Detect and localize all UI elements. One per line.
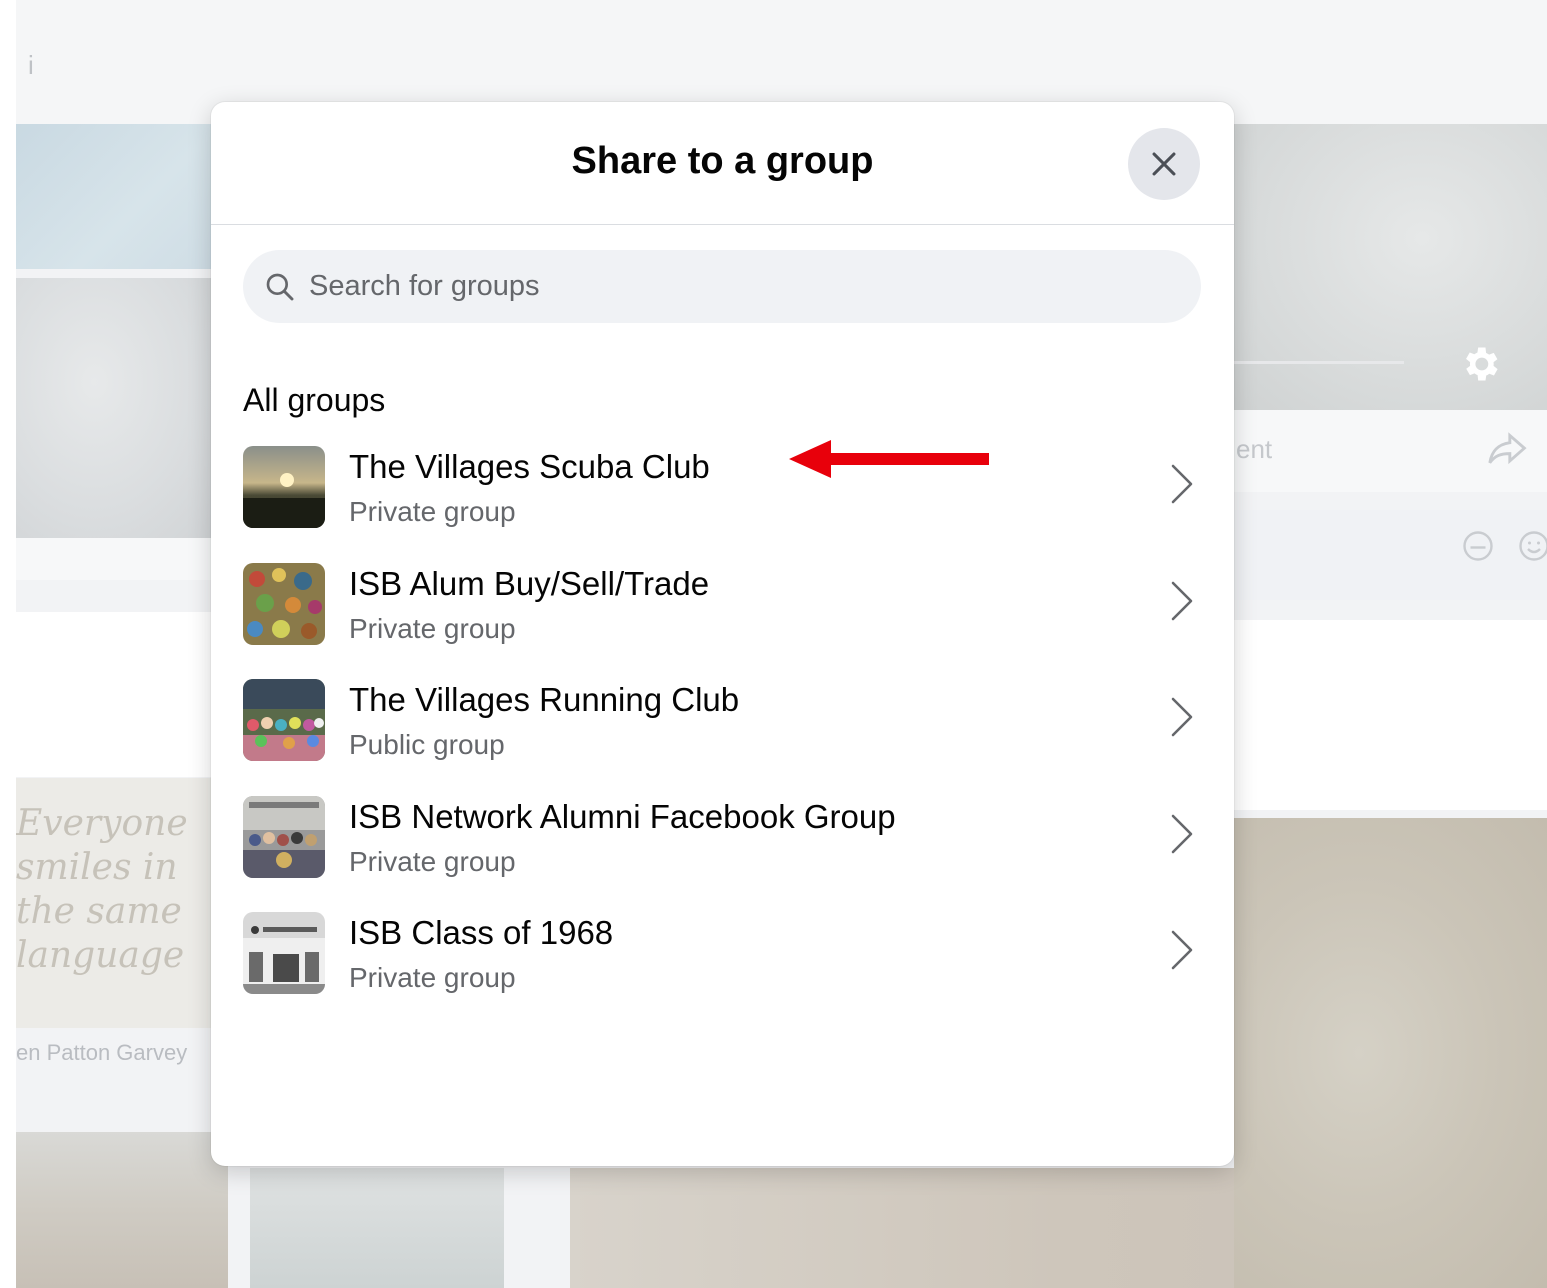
chevron-right-icon	[1171, 930, 1193, 970]
chevron-right-icon	[1171, 581, 1193, 620]
building-photo	[243, 912, 325, 994]
share-to-group-dialog: Share to a group All groups	[211, 102, 1234, 1166]
group-privacy: Private group	[349, 845, 516, 877]
group-privacy: Public group	[349, 729, 505, 760]
background-photo-reef	[1234, 818, 1547, 1288]
background-left-strip	[0, 0, 16, 1288]
group-item-isb-network-alumni[interactable]: ISB Network Alumni Facebook Group Privat…	[227, 782, 1217, 899]
background-photo-bird	[16, 124, 212, 269]
share-icon	[1486, 430, 1530, 475]
group-name: ISB Network Alumni Facebook Group	[349, 797, 896, 835]
group-privacy: Private group	[349, 962, 516, 993]
search-icon	[263, 270, 297, 304]
dialog-title: Share to a group	[571, 140, 874, 182]
group-item-villages-running-club[interactable]: The Villages Running Club Public group	[227, 665, 1217, 782]
background-progress-line	[1234, 361, 1404, 364]
crowd-photo	[243, 679, 325, 761]
group-privacy: Private group	[349, 612, 516, 644]
chevron-right-icon	[1171, 697, 1193, 737]
background-photo-fog	[16, 278, 212, 538]
chevron-right-icon	[1171, 814, 1193, 853]
background-quote-image: Everyone smiles in the same language	[16, 778, 212, 1028]
chevron-right-icon	[1171, 464, 1193, 504]
annotation-arrow-icon	[789, 440, 989, 478]
background-quote-line: smiles in	[16, 847, 178, 888]
group-photo	[243, 795, 325, 878]
background-top-glyph: i	[28, 50, 34, 80]
background-card-right	[1234, 620, 1547, 810]
section-heading: All groups	[243, 382, 386, 418]
group-name: ISB Class of 1968	[349, 914, 614, 951]
gear-icon	[1458, 342, 1502, 391]
group-list: The Villages Scuba Club Private group IS…	[227, 432, 1217, 1015]
group-item-isb-alum-buy-sell-trade[interactable]: ISB Alum Buy/Sell/Trade Private group	[227, 549, 1217, 666]
dialog-header: Share to a group	[211, 102, 1234, 225]
sticker-icon	[1460, 528, 1496, 569]
background-photo-people	[16, 1132, 228, 1288]
page: i Everyone smiles in the same language e…	[0, 0, 1547, 1288]
background-comment-bar	[1234, 510, 1547, 600]
background-caption: en Patton Garvey	[16, 1040, 188, 1065]
background-action-text: ent	[1236, 434, 1273, 464]
background-quote-line: Everyone	[16, 803, 188, 844]
group-name: ISB Alum Buy/Sell/Trade	[349, 564, 710, 602]
close-icon	[1152, 152, 1176, 176]
group-item-villages-scuba-club[interactable]: The Villages Scuba Club Private group	[227, 432, 1217, 549]
background-quote-line: language	[16, 935, 185, 976]
group-name: The Villages Scuba Club	[349, 448, 710, 485]
group-privacy: Private group	[349, 496, 516, 527]
emoji-icon	[1516, 528, 1547, 569]
close-button[interactable]	[1128, 128, 1200, 200]
background-quote-line: the same	[16, 891, 182, 932]
background-photo-mountains	[250, 1168, 504, 1288]
background-card	[16, 612, 212, 777]
group-name: The Villages Running Club	[349, 681, 740, 718]
search-box[interactable]	[243, 250, 1201, 323]
market-photo	[243, 562, 325, 645]
search-input[interactable]	[307, 255, 1171, 318]
group-item-isb-class-of-1968[interactable]: ISB Class of 1968 Private group	[227, 898, 1217, 1015]
background-card-strip	[16, 538, 212, 580]
sunset-photo	[243, 446, 325, 528]
